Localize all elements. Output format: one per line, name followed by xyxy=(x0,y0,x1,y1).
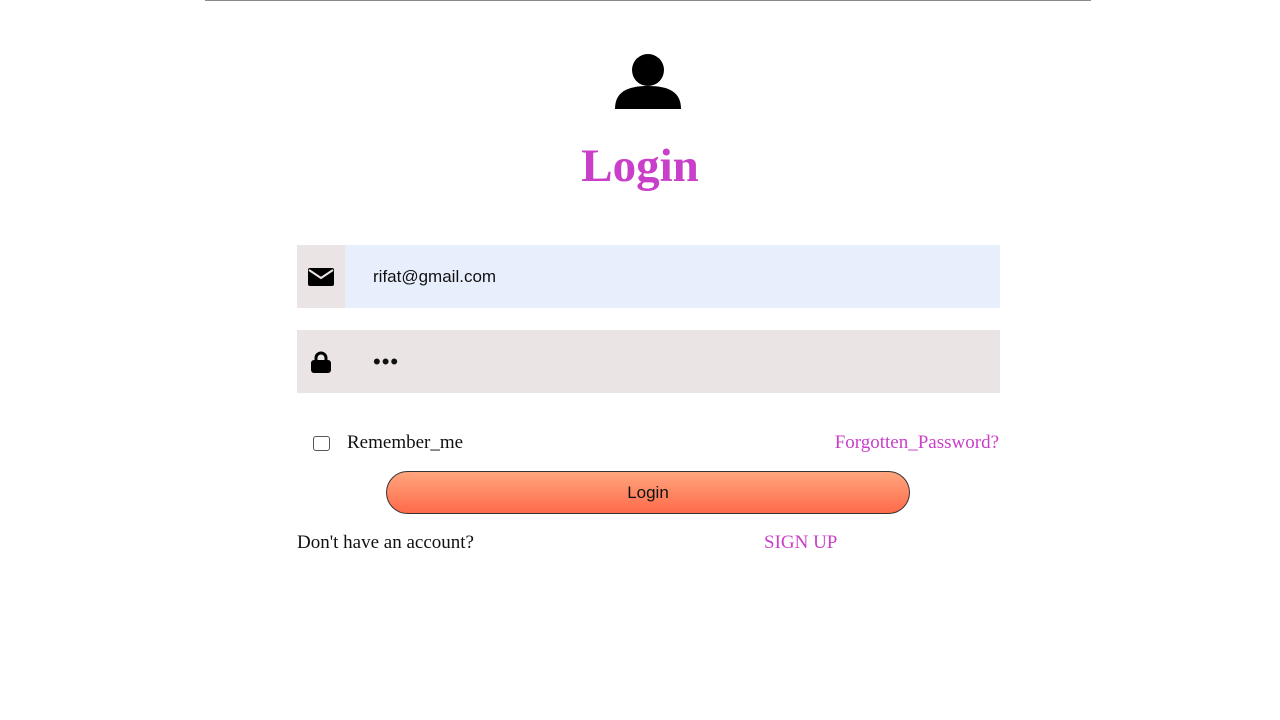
page-title: Login xyxy=(581,140,699,192)
remember-me[interactable]: Remember_me xyxy=(313,432,463,454)
signup-link[interactable]: SIGN UP xyxy=(764,532,837,554)
envelope-icon xyxy=(297,245,345,308)
user-icon xyxy=(613,54,683,110)
email-field-group xyxy=(297,245,1000,308)
remember-me-checkbox[interactable] xyxy=(313,435,330,451)
lock-icon xyxy=(297,330,345,393)
remember-me-label: Remember_me xyxy=(347,432,464,453)
email-input[interactable] xyxy=(345,245,1000,308)
password-field-group xyxy=(297,330,1000,393)
forgot-password-link[interactable]: Forgotten_Password? xyxy=(835,432,999,454)
login-button[interactable]: Login xyxy=(386,471,910,514)
no-account-text: Don't have an account? xyxy=(297,532,474,553)
top-divider xyxy=(205,0,1091,1)
password-input[interactable] xyxy=(345,330,1000,393)
